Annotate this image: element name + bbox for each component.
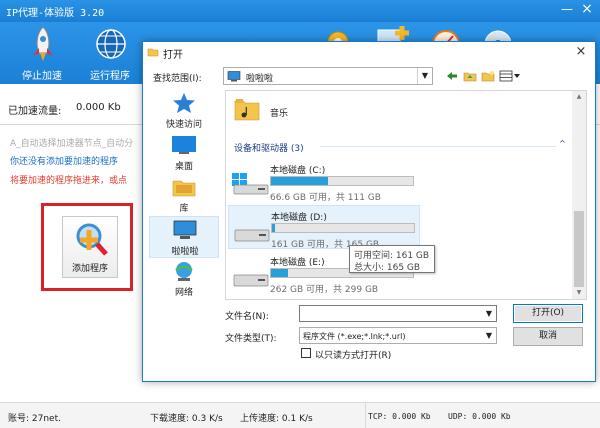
view-menu-icon[interactable] [499, 70, 521, 82]
drive-usage-bar [270, 176, 414, 186]
scrollbar-thumb[interactable] [574, 211, 584, 287]
windows-drive-icon [232, 173, 269, 195]
node-selection-message: A_自动选择加速器节点_自动分 [10, 139, 134, 149]
accelerated-traffic-label: 已加速流量: [8, 106, 62, 117]
account-status: 账号: 27net. [8, 414, 61, 424]
folder-label: 音乐 [270, 109, 289, 119]
place-label: 啦啦啦 [171, 247, 199, 257]
add-program-highlight-frame: 添加程序 [41, 203, 133, 291]
drive-d[interactable]: 本地磁盘 (D:) 161 GB 可用，共 165 GB [228, 205, 420, 250]
drive-usage-fill [271, 177, 328, 185]
drive-free-space: 66.6 GB 可用，共 111 GB [270, 193, 381, 203]
drive-tooltip: 可用空间: 161 GB 总大小: 165 GB [349, 245, 435, 273]
drive-usage-fill [272, 224, 275, 232]
place-label: 桌面 [174, 162, 193, 172]
place-label: 库 [179, 204, 189, 214]
chevron-up-icon[interactable]: ^ [559, 139, 566, 148]
file-name-label: 文件名(N): [225, 312, 269, 322]
dialog-close-button[interactable]: × [573, 44, 589, 59]
file-type-dropdown[interactable]: 程序文件 (*.exe;*.lnk;*.url) ▼ [299, 327, 497, 344]
open-file-dialog: 打开 × 查找范围(I): 啦啦啦 ▼ 快速访问 桌面 库 啦啦啦 网络 音乐 … [142, 41, 596, 382]
drive-icon [233, 274, 269, 287]
look-in-dropdown[interactable]: 啦啦啦 ▼ [223, 67, 433, 85]
open-button[interactable]: 打开(O) [513, 304, 583, 323]
drive-name: 本地磁盘 (E:) [270, 258, 325, 268]
file-type-value: 程序文件 (*.exe;*.lnk;*.url) [303, 332, 406, 341]
stop-accel-button[interactable]: 停止加速 [12, 24, 72, 82]
add-program-label: 添加程序 [71, 264, 108, 274]
place-network[interactable]: 网络 [149, 258, 219, 300]
desktop-icon [172, 136, 196, 154]
places-bar: 快速访问 桌面 库 啦啦啦 网络 [149, 90, 219, 300]
udp-traffic: UDP: 0.000 Kb [448, 412, 511, 421]
place-library[interactable]: 库 [149, 174, 219, 216]
drag-hint-message: 将要加速的程序拖进来，或点 [10, 176, 128, 186]
new-folder-icon[interactable] [481, 70, 495, 82]
dialog-title: 打开 [163, 50, 183, 61]
file-type-label: 文件类型(T): [225, 334, 277, 344]
computer-icon [227, 71, 241, 82]
tcp-traffic: TCP: 0.000 Kb [368, 412, 431, 421]
look-in-label: 查找范围(I): [153, 74, 202, 84]
drive-usage-fill [271, 269, 289, 277]
music-folder-icon [234, 99, 260, 121]
network-icon [175, 262, 193, 281]
library-icon [172, 180, 196, 197]
rocket-icon [33, 26, 53, 61]
group-divider [320, 146, 556, 147]
add-program-button[interactable]: 添加程序 [62, 216, 118, 278]
star-icon [173, 93, 195, 113]
file-name-input[interactable] [299, 305, 497, 322]
upload-speed: 上传速度: 0.1 K/s [240, 414, 313, 424]
place-desktop[interactable]: 桌面 [149, 132, 219, 174]
cancel-button[interactable]: 取消 [513, 327, 583, 346]
app-close-button[interactable]: × [578, 1, 596, 17]
tooltip-total-size: 总大小: 165 GB [354, 263, 421, 273]
dialog-titlebar: 打开 × [143, 42, 595, 62]
app-titlebar: IP代理-体验版 3.20 — × [0, 0, 600, 22]
app-title: IP代理-体验版 3.20 [6, 8, 105, 19]
download-speed: 下载速度: 0.3 K/s [150, 414, 223, 424]
chevron-down-icon[interactable]: ▼ [482, 328, 496, 343]
drive-name: 本地磁盘 (D:) [271, 213, 327, 223]
file-list[interactable]: 音乐 设备和驱动器 (3) ^ 本地磁盘 (C:) 66.6 GB 可用，共 1… [225, 90, 587, 300]
scroll-down-icon[interactable]: ▼ [572, 287, 586, 299]
drive-c[interactable]: 本地磁盘 (C:) 66.6 GB 可用，共 111 GB [228, 159, 420, 203]
minimize-button[interactable]: — [558, 2, 576, 16]
read-only-label[interactable]: 以只读方式打开(R) [315, 348, 391, 361]
status-divider [365, 403, 366, 428]
drive-free-space: 262 GB 可用，共 299 GB [270, 285, 379, 295]
chevron-down-icon[interactable]: ▼ [417, 68, 432, 84]
run-program-button[interactable]: 运行程序 [80, 24, 140, 82]
stop-accel-label: 停止加速 [22, 71, 62, 82]
place-label: 网络 [174, 288, 193, 298]
no-program-message: 你还没有添加要加速的程序 [10, 157, 119, 167]
chevron-down-icon[interactable]: ▼ [482, 306, 496, 321]
place-quick-access[interactable]: 快速访问 [149, 90, 219, 132]
status-bar: 账号: 27net. 下载速度: 0.3 K/s 上传速度: 0.1 K/s T… [0, 402, 600, 428]
devices-group-header[interactable]: 设备和驱动器 (3) [234, 141, 304, 154]
drive-usage-bar [271, 223, 415, 233]
globe-icon [96, 29, 126, 59]
magnifier-add-icon [76, 223, 108, 256]
computer-icon [173, 220, 197, 239]
drive-name: 本地磁盘 (C:) [270, 166, 326, 176]
drive-icon [234, 229, 270, 242]
look-in-value: 啦啦啦 [246, 74, 274, 84]
folder-open-icon [147, 48, 159, 57]
place-this-pc[interactable]: 啦啦啦 [149, 216, 219, 258]
place-label: 快速访问 [165, 120, 202, 130]
accelerated-traffic-value: 0.000 Kb [76, 102, 121, 113]
folder-music[interactable]: 音乐 [232, 97, 432, 123]
up-folder-icon[interactable] [463, 70, 477, 82]
back-arrow-icon[interactable] [445, 70, 459, 82]
run-program-label: 运行程序 [90, 71, 130, 82]
read-only-checkbox[interactable] [301, 348, 311, 358]
scroll-up-icon[interactable]: ▲ [572, 91, 586, 103]
vertical-scrollbar[interactable]: ▲ ▼ [572, 91, 586, 299]
